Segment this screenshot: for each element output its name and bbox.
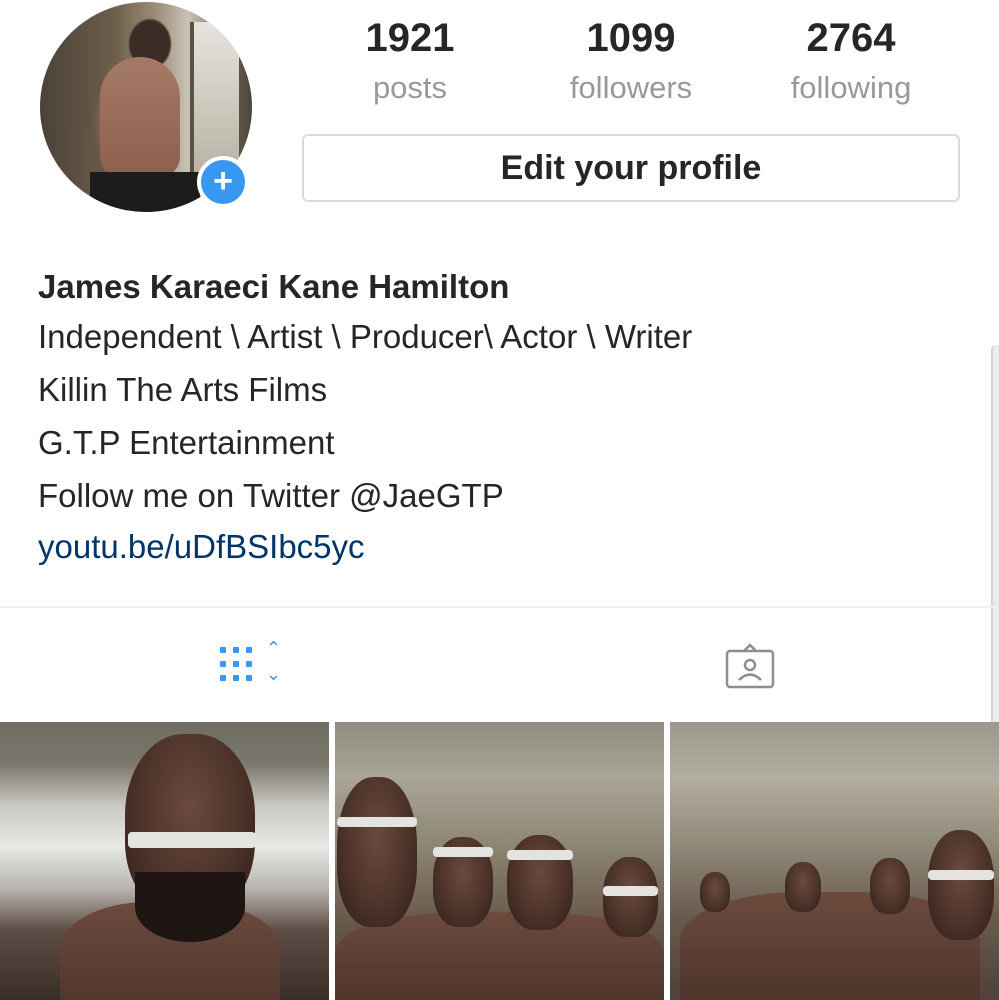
post-thumbnail[interactable] <box>670 722 999 1000</box>
post-thumbnail[interactable] <box>335 722 664 1000</box>
bio-website-link[interactable]: youtu.be/uDfBSIbc5yc <box>38 522 938 572</box>
grid-view-icon <box>218 645 260 687</box>
profile-name: James Karaeci Kane Hamilton <box>38 268 510 305</box>
chevron-up-icon: ⌃ <box>266 638 282 658</box>
avatar-figure <box>100 57 180 177</box>
tab-tagged[interactable] <box>724 643 778 691</box>
followers-count-label: followers <box>569 70 693 105</box>
followers-count-value: 1099 <box>586 16 676 60</box>
bio-line: G.T.P Entertainment <box>38 424 335 461</box>
following-count-label: following <box>790 70 912 105</box>
bio-line: Independent \ Artist \ Producer\ Actor \… <box>38 318 693 355</box>
chevron-down-icon: ⌄ <box>266 664 282 684</box>
following-count-value: 2764 <box>806 16 896 60</box>
tabs-divider <box>0 606 999 608</box>
tab-grid-view[interactable]: ⌃ ⌄ <box>218 639 290 689</box>
bio-line: Killin The Arts Films <box>38 371 328 408</box>
post-thumbnail[interactable] <box>0 722 329 1000</box>
avatar-figure-shorts <box>90 172 200 212</box>
posts-count[interactable]: 1921 posts <box>325 14 495 108</box>
side-scroll-handle[interactable] <box>991 345 999 765</box>
tagged-photos-icon <box>725 643 775 689</box>
bio-line: Follow me on Twitter @JaeGTP <box>38 477 504 514</box>
avatar-background-window <box>190 22 243 172</box>
profile-bio: James Karaeci Kane Hamilton Independent … <box>38 264 938 572</box>
edit-profile-button[interactable]: Edit your profile <box>302 134 960 202</box>
following-count[interactable]: 2764 following <box>766 14 936 108</box>
add-story-button[interactable]: + <box>197 156 249 208</box>
posts-count-value: 1921 <box>365 16 455 60</box>
followers-count[interactable]: 1099 followers <box>546 14 716 108</box>
posts-count-label: posts <box>372 70 448 105</box>
